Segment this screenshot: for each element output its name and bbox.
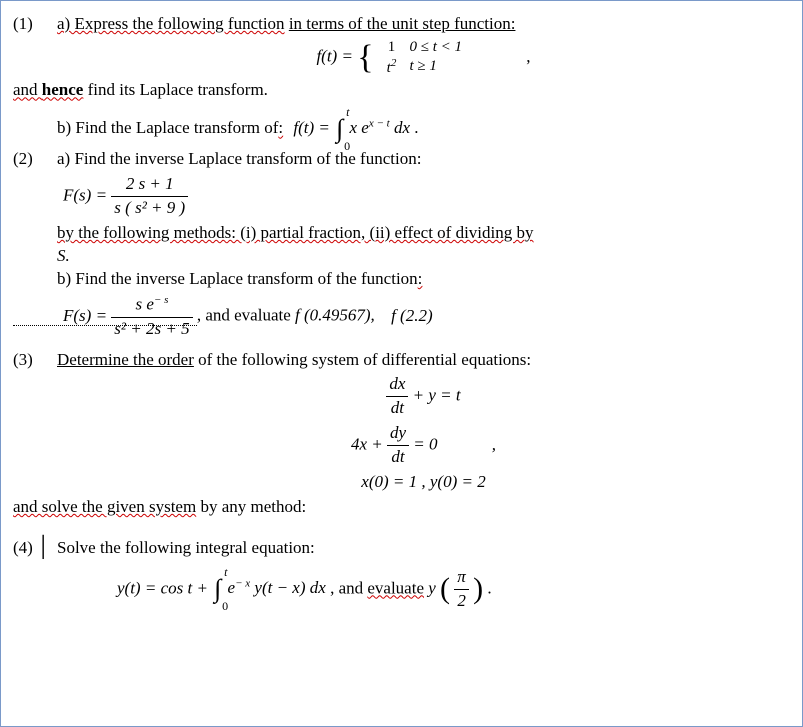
hence-wavy: hence <box>42 80 84 99</box>
p1-b-tail-dot: . <box>414 118 418 137</box>
p2-a-frac: 2 s + 1 s ( s² + 9 ) <box>111 173 188 220</box>
p3-eq1-frac: dx dt <box>386 373 408 420</box>
integral-icon: ∫ t 0 <box>336 116 343 142</box>
p1-b-eq-lhs: f(t) = <box>293 118 330 137</box>
brace-icon: { <box>357 44 373 71</box>
comma: , <box>526 47 530 66</box>
p4-int-body: e− x y(t − x) dx <box>228 578 331 597</box>
p2-b-frac: s e− s s² + 2s + 5 <box>111 293 192 341</box>
p3-eq2-pre: 4x + <box>351 435 387 454</box>
p2-eval-f2: f (2.2) <box>391 306 433 325</box>
p2-methods-wavy: by the following methods: (i) partial fr… <box>57 223 534 242</box>
p3-intro-line: Determine the order of the following sys… <box>57 349 790 372</box>
p1-hence-line: and hence find its Laplace transform. <box>13 79 790 102</box>
p3-solve-rest: by any method: <box>196 497 306 516</box>
problem-content: a) Express the following function in ter… <box>57 13 790 142</box>
p1-a-equation: f(t) = { 1 0 ≤ t < 1 t2 t ≥ 1 , <box>57 38 790 78</box>
Fs2-lhs: F(s) = <box>63 306 107 325</box>
p3-intro-rest: of the following system of differential … <box>194 350 531 369</box>
p1-b-int-body1: x ex − t <box>350 118 394 137</box>
p1-b-text: b) Find the Laplace transform of <box>57 118 278 137</box>
p3-solve-wavy: and solve the given system <box>13 497 196 516</box>
p3-solve-line: and solve the given system by any method… <box>13 496 790 519</box>
p4-intro: Solve the following integral equation: <box>57 537 790 560</box>
p2-eval-f1: f (0.49567), <box>295 306 375 325</box>
p4-big-paren: ( π 2 ) <box>440 566 483 613</box>
p4-frac: π 2 <box>454 566 469 613</box>
p3-eq2-rest: = 0 <box>413 435 437 454</box>
p3-intro-und: Determine the order <box>57 350 194 369</box>
problem-content: Determine the order of the following sys… <box>57 349 790 520</box>
p3-comma: , <box>492 435 496 454</box>
piece1-val: 1 <box>374 38 410 57</box>
piece2-val: t2 <box>374 57 410 78</box>
p2-b-eq: F(s) = s e− s s² + 2s + 5 , and evaluate… <box>13 293 790 341</box>
integral-icon: ∫ t 0 <box>214 576 221 602</box>
problem-number: (3) <box>13 349 57 520</box>
p2-b-eq-dash: F(s) = s e− s s² + 2s + 5 <box>13 306 197 326</box>
piecewise: { 1 0 ≤ t < 1 t2 t ≥ 1 <box>357 38 462 78</box>
p2-s-line: S. <box>57 245 790 268</box>
Fs-lhs: F(s) = <box>63 186 107 205</box>
piece2-cond: t ≥ 1 <box>410 57 437 78</box>
p1-a-wavy: a) Express the following function <box>57 14 285 33</box>
p1-b-int-body2: dx <box>394 118 410 137</box>
p2-b-tail: : <box>418 269 423 288</box>
p2-b-num: s e− s <box>111 293 192 318</box>
p4-period: . <box>487 578 491 597</box>
p1-a-line: a) Express the following function in ter… <box>57 13 790 36</box>
p4-y-of: y <box>428 578 436 597</box>
p1-b-line: b) Find the Laplace transform of: f(t) =… <box>57 116 790 142</box>
p4-yt-eq: y(t) = cos t + <box>117 578 212 597</box>
cursor-icon: │ <box>36 534 50 561</box>
problem-number: (4) <box>13 538 33 557</box>
hence-rest: find its Laplace transform. <box>83 80 268 99</box>
p2-eval-text: , and evaluate <box>197 306 295 325</box>
p2-a-text: a) Find the inverse Laplace transform of… <box>57 148 790 171</box>
p3-eq1-rest: + y = t <box>413 386 461 405</box>
p3-eq1: dx dt + y = t <box>57 373 790 420</box>
problem-3: (3) Determine the order of the following… <box>13 349 790 520</box>
p4-eq: y(t) = cos t + ∫ t 0 e− x y(t − x) dx , … <box>117 566 790 613</box>
p1-b-tail: : <box>278 118 283 137</box>
p3-ic: x(0) = 1 , y(0) = 2 <box>57 471 790 494</box>
problem-2: (2) a) Find the inverse Laplace transfor… <box>13 148 790 342</box>
p2-a-eq: F(s) = 2 s + 1 s ( s² + 9 ) <box>63 173 790 220</box>
p2-methods: by the following methods: (i) partial fr… <box>57 222 790 245</box>
problem-content: a) Find the inverse Laplace transform of… <box>57 148 790 342</box>
problem-number-wrap: (4) │ <box>13 537 57 615</box>
p4-eval-text: , and <box>330 578 367 597</box>
p2-b-text: b) Find the inverse Laplace transform of… <box>57 269 418 288</box>
p3-eq2: 4x + dy dt = 0 , <box>57 422 790 469</box>
and-wavy: and <box>13 80 42 99</box>
problem-4: (4) │ Solve the following integral equat… <box>13 537 790 615</box>
p1-a-underline: in terms of the unit step function: <box>289 14 516 33</box>
problem-number: (1) <box>13 13 57 142</box>
piece1-cond: 0 ≤ t < 1 <box>410 38 463 57</box>
p2-b-line: b) Find the inverse Laplace transform of… <box>57 268 790 291</box>
problem-content: Solve the following integral equation: y… <box>57 537 790 615</box>
ft-eq: f(t) = <box>316 47 353 66</box>
p3-eq2-frac: dy dt <box>387 422 409 469</box>
p4-eval-wavy: evaluate <box>367 578 424 597</box>
problem-1: (1) a) Express the following function in… <box>13 13 790 142</box>
